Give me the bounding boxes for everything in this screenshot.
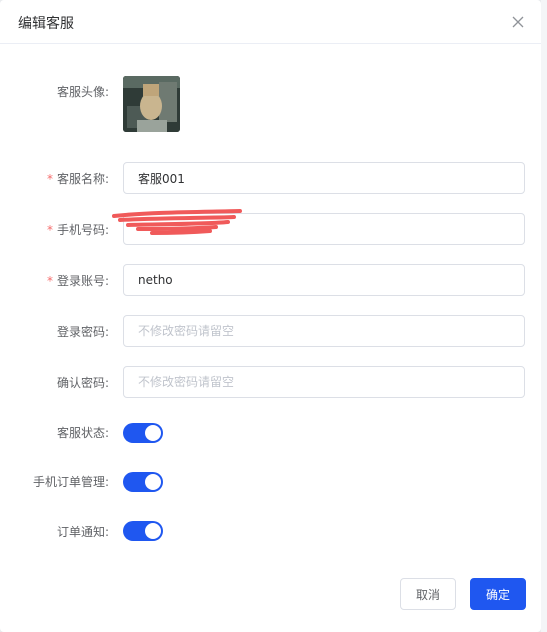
confirm-button[interactable]: 确定 [470, 578, 526, 610]
edit-agent-dialog: 编辑客服 客服头像: * 客服名称: 客服001 * 手机号码: * 登录账号:… [0, 0, 541, 632]
account-label: * 登录账号: [46, 274, 109, 288]
avatar[interactable] [123, 76, 180, 132]
phone-label: * 手机号码: [46, 223, 109, 237]
switch-knob [145, 523, 161, 539]
cancel-button[interactable]: 取消 [400, 578, 456, 610]
order-notify-label: 订单通知: [56, 525, 109, 539]
close-icon[interactable] [508, 12, 528, 32]
required-mark: * [46, 223, 53, 237]
dialog-header: 编辑客服 [0, 0, 541, 44]
confirm-password-input[interactable] [123, 366, 525, 398]
switch-knob [145, 425, 161, 441]
mobile-order-label: 手机订单管理: [32, 475, 109, 489]
confirm-password-label: 确认密码: [56, 376, 109, 390]
status-label: 客服状态: [56, 426, 109, 440]
order-notify-switch[interactable] [123, 521, 163, 541]
avatar-label: 客服头像: [56, 85, 109, 99]
switch-knob [145, 474, 161, 490]
phone-input[interactable] [123, 213, 525, 245]
password-label: 登录密码: [56, 325, 109, 339]
name-input[interactable] [123, 162, 525, 194]
password-input[interactable] [123, 315, 525, 347]
name-label: * 客服名称: [46, 172, 109, 186]
required-mark: * [46, 172, 53, 186]
required-mark: * [46, 274, 53, 288]
status-switch[interactable] [123, 423, 163, 443]
mobile-order-switch[interactable] [123, 472, 163, 492]
backdrop-strip [541, 0, 547, 632]
dialog-title: 编辑客服 [18, 16, 74, 32]
account-input[interactable] [123, 264, 525, 296]
